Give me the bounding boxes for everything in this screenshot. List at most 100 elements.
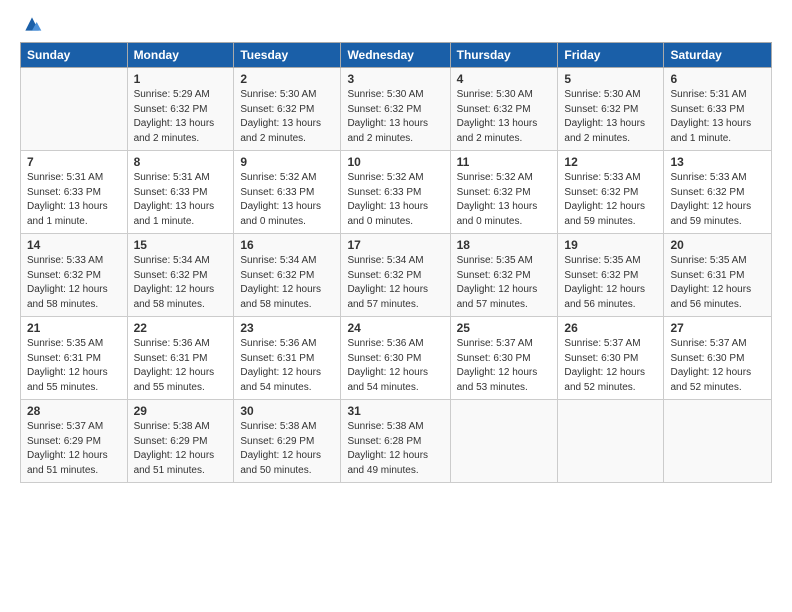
day-info: Sunrise: 5:33 AM Sunset: 6:32 PM Dayligh… — [564, 171, 657, 229]
day-cell: 24 Sunrise: 5:36 AM Sunset: 6:30 PM Dayli… — [341, 317, 450, 400]
day-cell: 19 Sunrise: 5:35 AM Sunset: 6:32 PM Dayli… — [558, 234, 664, 317]
day-number: 29 — [134, 404, 228, 418]
day-number: 18 — [457, 238, 552, 252]
day-cell: 26 Sunrise: 5:37 AM Sunset: 6:30 PM Dayli… — [558, 317, 664, 400]
day-info: Sunrise: 5:37 AM Sunset: 6:29 PM Dayligh… — [27, 420, 121, 478]
day-info: Sunrise: 5:29 AM Sunset: 6:32 PM Dayligh… — [134, 88, 228, 146]
header — [20, 16, 772, 34]
day-info: Sunrise: 5:31 AM Sunset: 6:33 PM Dayligh… — [670, 88, 765, 146]
day-info: Sunrise: 5:37 AM Sunset: 6:30 PM Dayligh… — [670, 337, 765, 395]
day-number: 7 — [27, 155, 121, 169]
day-number: 28 — [27, 404, 121, 418]
day-cell: 21Sunrise: 5:35 AM Sunset: 6:31 PM Dayli… — [21, 317, 128, 400]
day-cell: 30 Sunrise: 5:38 AM Sunset: 6:29 PM Dayli… — [234, 400, 341, 483]
week-row-1: 1 Sunrise: 5:29 AM Sunset: 6:32 PM Daylig… — [21, 68, 772, 151]
day-info: Sunrise: 5:33 AM Sunset: 6:32 PM Dayligh… — [27, 254, 121, 312]
week-row-4: 21Sunrise: 5:35 AM Sunset: 6:31 PM Dayli… — [21, 317, 772, 400]
day-number: 13 — [670, 155, 765, 169]
day-number: 17 — [347, 238, 443, 252]
day-info: Sunrise: 5:36 AM Sunset: 6:31 PM Dayligh… — [240, 337, 334, 395]
header-cell-saturday: Saturday — [664, 43, 772, 68]
header-cell-thursday: Thursday — [450, 43, 558, 68]
day-info: Sunrise: 5:36 AM Sunset: 6:30 PM Dayligh… — [347, 337, 443, 395]
day-cell — [21, 68, 128, 151]
day-cell: 31 Sunrise: 5:38 AM Sunset: 6:28 PM Dayli… — [341, 400, 450, 483]
logo — [20, 16, 42, 34]
day-number: 4 — [457, 72, 552, 86]
day-info: Sunrise: 5:31 AM Sunset: 6:33 PM Dayligh… — [27, 171, 121, 229]
day-info: Sunrise: 5:33 AM Sunset: 6:32 PM Dayligh… — [670, 171, 765, 229]
day-cell: 5 Sunrise: 5:30 AM Sunset: 6:32 PM Daylig… — [558, 68, 664, 151]
header-cell-sunday: Sunday — [21, 43, 128, 68]
day-cell: 15 Sunrise: 5:34 AM Sunset: 6:32 PM Dayli… — [127, 234, 234, 317]
day-info: Sunrise: 5:35 AM Sunset: 6:32 PM Dayligh… — [457, 254, 552, 312]
header-cell-wednesday: Wednesday — [341, 43, 450, 68]
page-container: SundayMondayTuesdayWednesdayThursdayFrid… — [0, 0, 792, 493]
day-info: Sunrise: 5:30 AM Sunset: 6:32 PM Dayligh… — [347, 88, 443, 146]
header-cell-friday: Friday — [558, 43, 664, 68]
day-cell: 14 Sunrise: 5:33 AM Sunset: 6:32 PM Dayli… — [21, 234, 128, 317]
day-number: 26 — [564, 321, 657, 335]
day-cell: 22Sunrise: 5:36 AM Sunset: 6:31 PM Dayli… — [127, 317, 234, 400]
day-cell: 8 Sunrise: 5:31 AM Sunset: 6:33 PM Daylig… — [127, 151, 234, 234]
day-number: 31 — [347, 404, 443, 418]
day-number: 15 — [134, 238, 228, 252]
day-number: 20 — [670, 238, 765, 252]
day-cell: 7 Sunrise: 5:31 AM Sunset: 6:33 PM Daylig… — [21, 151, 128, 234]
day-cell: 23Sunrise: 5:36 AM Sunset: 6:31 PM Dayli… — [234, 317, 341, 400]
day-number: 8 — [134, 155, 228, 169]
day-info: Sunrise: 5:35 AM Sunset: 6:31 PM Dayligh… — [670, 254, 765, 312]
day-number: 3 — [347, 72, 443, 86]
day-cell: 10Sunrise: 5:32 AM Sunset: 6:33 PM Dayli… — [341, 151, 450, 234]
day-info: Sunrise: 5:30 AM Sunset: 6:32 PM Dayligh… — [564, 88, 657, 146]
day-cell — [450, 400, 558, 483]
week-row-5: 28 Sunrise: 5:37 AM Sunset: 6:29 PM Dayli… — [21, 400, 772, 483]
day-number: 9 — [240, 155, 334, 169]
day-cell: 3 Sunrise: 5:30 AM Sunset: 6:32 PM Daylig… — [341, 68, 450, 151]
day-number: 22 — [134, 321, 228, 335]
day-info: Sunrise: 5:32 AM Sunset: 6:33 PM Dayligh… — [347, 171, 443, 229]
day-cell: 9Sunrise: 5:32 AM Sunset: 6:33 PM Daylig… — [234, 151, 341, 234]
day-cell: 1 Sunrise: 5:29 AM Sunset: 6:32 PM Daylig… — [127, 68, 234, 151]
day-cell: 18 Sunrise: 5:35 AM Sunset: 6:32 PM Dayli… — [450, 234, 558, 317]
day-info: Sunrise: 5:31 AM Sunset: 6:33 PM Dayligh… — [134, 171, 228, 229]
day-number: 14 — [27, 238, 121, 252]
day-info: Sunrise: 5:34 AM Sunset: 6:32 PM Dayligh… — [347, 254, 443, 312]
day-number: 21 — [27, 321, 121, 335]
day-info: Sunrise: 5:34 AM Sunset: 6:32 PM Dayligh… — [134, 254, 228, 312]
day-number: 25 — [457, 321, 552, 335]
day-cell: 12 Sunrise: 5:33 AM Sunset: 6:32 PM Dayli… — [558, 151, 664, 234]
week-row-2: 7 Sunrise: 5:31 AM Sunset: 6:33 PM Daylig… — [21, 151, 772, 234]
day-cell: 25 Sunrise: 5:37 AM Sunset: 6:30 PM Dayli… — [450, 317, 558, 400]
day-info: Sunrise: 5:30 AM Sunset: 6:32 PM Dayligh… — [240, 88, 334, 146]
week-row-3: 14 Sunrise: 5:33 AM Sunset: 6:32 PM Dayli… — [21, 234, 772, 317]
day-info: Sunrise: 5:35 AM Sunset: 6:32 PM Dayligh… — [564, 254, 657, 312]
day-number: 1 — [134, 72, 228, 86]
day-number: 24 — [347, 321, 443, 335]
day-cell: 29 Sunrise: 5:38 AM Sunset: 6:29 PM Dayli… — [127, 400, 234, 483]
day-number: 19 — [564, 238, 657, 252]
day-cell: 2Sunrise: 5:30 AM Sunset: 6:32 PM Daylig… — [234, 68, 341, 151]
day-cell: 20 Sunrise: 5:35 AM Sunset: 6:31 PM Dayli… — [664, 234, 772, 317]
day-cell: 11Sunrise: 5:32 AM Sunset: 6:32 PM Dayli… — [450, 151, 558, 234]
day-cell: 27 Sunrise: 5:37 AM Sunset: 6:30 PM Dayli… — [664, 317, 772, 400]
day-info: Sunrise: 5:34 AM Sunset: 6:32 PM Dayligh… — [240, 254, 334, 312]
day-cell: 17 Sunrise: 5:34 AM Sunset: 6:32 PM Dayli… — [341, 234, 450, 317]
day-info: Sunrise: 5:38 AM Sunset: 6:29 PM Dayligh… — [134, 420, 228, 478]
day-number: 11 — [457, 155, 552, 169]
day-number: 30 — [240, 404, 334, 418]
day-info: Sunrise: 5:38 AM Sunset: 6:28 PM Dayligh… — [347, 420, 443, 478]
day-cell: 28 Sunrise: 5:37 AM Sunset: 6:29 PM Dayli… — [21, 400, 128, 483]
day-cell: 13 Sunrise: 5:33 AM Sunset: 6:32 PM Dayli… — [664, 151, 772, 234]
day-number: 6 — [670, 72, 765, 86]
day-info: Sunrise: 5:38 AM Sunset: 6:29 PM Dayligh… — [240, 420, 334, 478]
day-info: Sunrise: 5:37 AM Sunset: 6:30 PM Dayligh… — [457, 337, 552, 395]
header-cell-monday: Monday — [127, 43, 234, 68]
calendar-table: SundayMondayTuesdayWednesdayThursdayFrid… — [20, 42, 772, 483]
day-cell: 4Sunrise: 5:30 AM Sunset: 6:32 PM Daylig… — [450, 68, 558, 151]
day-cell: 16Sunrise: 5:34 AM Sunset: 6:32 PM Dayli… — [234, 234, 341, 317]
day-number: 27 — [670, 321, 765, 335]
day-number: 5 — [564, 72, 657, 86]
day-info: Sunrise: 5:37 AM Sunset: 6:30 PM Dayligh… — [564, 337, 657, 395]
day-number: 12 — [564, 155, 657, 169]
